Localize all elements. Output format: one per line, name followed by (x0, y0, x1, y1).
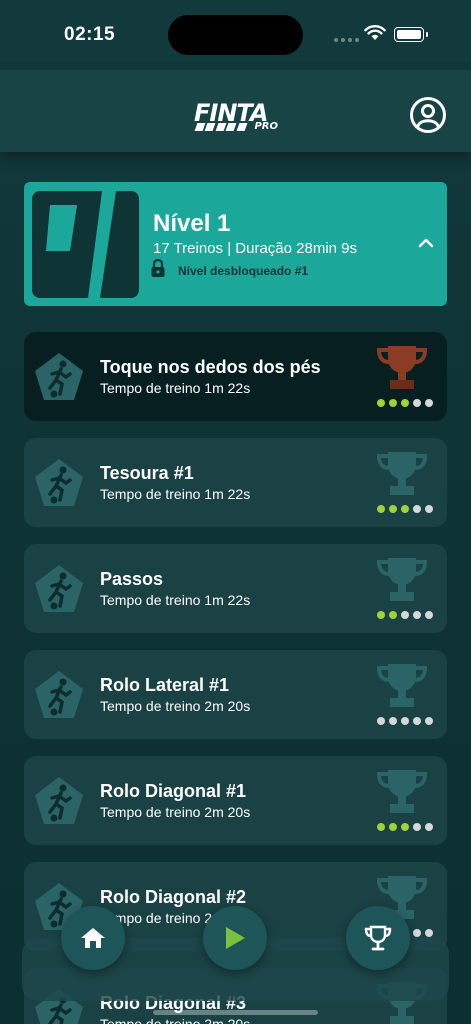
exercise-duration: Tempo de treino 2m 20s (100, 804, 251, 820)
progress-dot (425, 717, 433, 725)
app-header: FINTA PRO (0, 70, 471, 152)
status-bar: 02:15 (0, 0, 471, 70)
progress-dot (401, 611, 409, 619)
trophy-icon (376, 346, 428, 389)
progress-dot (389, 505, 397, 513)
exercise-card[interactable]: Tesoura #1 Tempo de treino 1m 22s (24, 438, 447, 527)
soccer-player-icon (35, 777, 83, 824)
soccer-player-icon (35, 353, 83, 400)
progress-dots (377, 717, 433, 725)
nav-play-button[interactable] (203, 906, 267, 970)
progress-dots (377, 611, 433, 619)
soccer-player-icon (35, 671, 83, 718)
progress-dot (425, 611, 433, 619)
progress-dot (401, 717, 409, 725)
progress-dots (377, 823, 433, 831)
progress-dot (413, 505, 421, 513)
unlock-icon (151, 258, 165, 277)
trophy-icon (376, 452, 428, 495)
level-card[interactable]: Nível 1 17 Treinos | Duração 28min 9s Ní… (24, 182, 447, 306)
exercise-duration: Tempo de treino 1m 22s (100, 380, 251, 396)
progress-dot (413, 611, 421, 619)
progress-dot (425, 823, 433, 831)
exercise-card[interactable]: Toque nos dedos dos pés Tempo de treino … (24, 332, 447, 421)
exercise-title: Passos (100, 569, 164, 589)
exercise-card[interactable]: Passos Tempo de treino 1m 22s (24, 544, 447, 633)
soccer-player-icon (35, 565, 83, 612)
progress-dot (401, 823, 409, 831)
progress-dot (389, 717, 397, 725)
home-icon (81, 928, 105, 948)
progress-dot (413, 717, 421, 725)
trophy-icon (376, 664, 428, 707)
trophy-icon (376, 770, 428, 813)
battery-icon (394, 27, 428, 42)
level-unlock-status: Nível desbloqueado #1 (178, 264, 309, 278)
progress-dot (377, 611, 385, 619)
exercise-card[interactable]: Rolo Lateral #1 Tempo de treino 2m 20s (24, 650, 447, 739)
exercise-title: Rolo Diagonal #2 (100, 887, 247, 907)
progress-dots (377, 505, 433, 513)
exercise-duration: Tempo de treino 1m 22s (100, 592, 251, 608)
progress-dot (389, 399, 397, 407)
home-indicator (153, 1010, 318, 1015)
finta-pro-logo: FINTA PRO (194, 100, 280, 136)
level-title: Nível 1 (153, 210, 231, 237)
exercise-duration: Tempo de treino 1m 22s (100, 486, 251, 502)
nav-trophy-button[interactable] (346, 906, 410, 970)
exercise-title: Rolo Diagonal #1 (100, 781, 247, 801)
dynamic-island (168, 15, 303, 55)
progress-dot (389, 611, 397, 619)
exercise-duration: Tempo de treino 2m 20s (100, 1016, 251, 1024)
progress-dot (401, 505, 409, 513)
progress-dot (401, 399, 409, 407)
exercise-card[interactable]: Rolo Diagonal #1 Tempo de treino 2m 20s (24, 756, 447, 845)
level-number-image (32, 191, 139, 298)
logo-bars (194, 123, 248, 131)
wifi-icon (364, 25, 386, 40)
progress-dot (413, 929, 421, 937)
exercise-title: Toque nos dedos dos pés (100, 357, 321, 377)
logo-sub-text: PRO (254, 121, 278, 132)
progress-dot (413, 823, 421, 831)
progress-dot (377, 717, 385, 725)
chevron-up-icon[interactable] (417, 237, 435, 249)
exercise-title: Rolo Lateral #1 (100, 675, 230, 695)
exercise-title: Tesoura #1 (100, 463, 194, 483)
exercise-duration: Tempo de treino 2m 20s (100, 698, 251, 714)
trophy-icon (364, 925, 392, 951)
progress-dot (425, 929, 433, 937)
progress-dot (425, 399, 433, 407)
progress-dot (413, 399, 421, 407)
play-icon (226, 927, 245, 949)
progress-dot (425, 505, 433, 513)
progress-dots (377, 399, 433, 407)
soccer-player-icon (35, 459, 83, 506)
level-subtitle: 17 Treinos | Duração 28min 9s (153, 240, 358, 257)
progress-dot (389, 823, 397, 831)
nav-home-button[interactable] (61, 906, 125, 970)
progress-dot (377, 399, 385, 407)
trophy-icon (376, 558, 428, 601)
status-time: 02:15 (64, 24, 116, 45)
cell-signal-icon (334, 38, 359, 42)
progress-dot (377, 505, 385, 513)
profile-icon[interactable] (409, 96, 447, 134)
progress-dot (377, 823, 385, 831)
